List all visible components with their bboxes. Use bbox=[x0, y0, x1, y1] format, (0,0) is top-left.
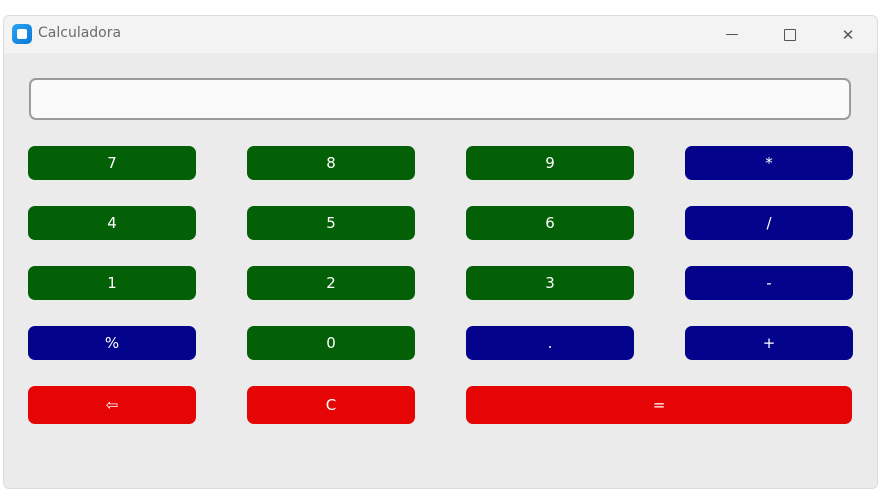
close-icon: ✕ bbox=[841, 25, 855, 44]
key-3[interactable]: 3 bbox=[466, 266, 634, 300]
key-decimal-point[interactable]: . bbox=[466, 326, 634, 360]
key-percent[interactable]: % bbox=[28, 326, 196, 360]
key-plus[interactable]: + bbox=[685, 326, 853, 360]
key-4[interactable]: 4 bbox=[28, 206, 196, 240]
minimize-button[interactable] bbox=[709, 16, 755, 53]
key-0[interactable]: 0 bbox=[247, 326, 415, 360]
close-button[interactable]: ✕ bbox=[825, 16, 871, 53]
key-equals[interactable]: = bbox=[466, 386, 852, 424]
key-divide[interactable]: / bbox=[685, 206, 853, 240]
key-backspace[interactable]: ⇦ bbox=[28, 386, 196, 424]
key-minus[interactable]: - bbox=[685, 266, 853, 300]
key-9[interactable]: 9 bbox=[466, 146, 634, 180]
window-title: Calculadora bbox=[38, 25, 122, 41]
key-clear[interactable]: C bbox=[247, 386, 415, 424]
title-bar[interactable]: Calculadora ✕ bbox=[4, 16, 877, 53]
minimize-icon bbox=[726, 34, 738, 35]
calculator-app-icon bbox=[12, 24, 32, 44]
display-input[interactable] bbox=[29, 78, 851, 120]
key-2[interactable]: 2 bbox=[247, 266, 415, 300]
key-1[interactable]: 1 bbox=[28, 266, 196, 300]
maximize-icon bbox=[784, 28, 796, 41]
calculator-window: Calculadora ✕ 7 8 9 * 4 5 6 / 1 2 3 - % … bbox=[3, 15, 878, 489]
key-6[interactable]: 6 bbox=[466, 206, 634, 240]
key-5[interactable]: 5 bbox=[247, 206, 415, 240]
key-7[interactable]: 7 bbox=[28, 146, 196, 180]
maximize-button[interactable] bbox=[767, 16, 813, 53]
key-8[interactable]: 8 bbox=[247, 146, 415, 180]
key-multiply[interactable]: * bbox=[685, 146, 853, 180]
